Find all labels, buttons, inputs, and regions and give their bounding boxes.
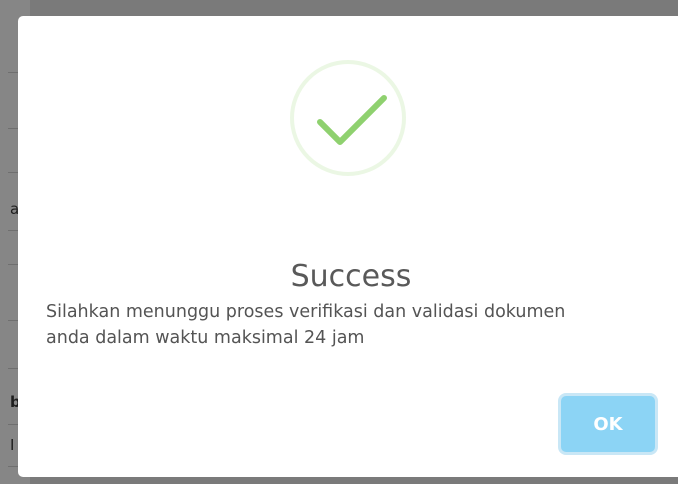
background-text-fragment: I (10, 436, 15, 454)
dialog-message-line: Silahkan menunggu proses verifikasi dan … (46, 302, 566, 322)
dialog-title: Success (290, 258, 412, 294)
success-dialog: Success Silahkan menunggu proses verifik… (18, 16, 678, 477)
dialog-message-line: anda dalam waktu maksimal 24 jam (46, 328, 365, 348)
checkmark-icon (317, 95, 387, 145)
ok-button[interactable]: OK (561, 396, 655, 452)
success-icon-circle (290, 60, 406, 176)
dialog-message: Silahkan menunggu proses verifikasi dan … (46, 299, 646, 351)
